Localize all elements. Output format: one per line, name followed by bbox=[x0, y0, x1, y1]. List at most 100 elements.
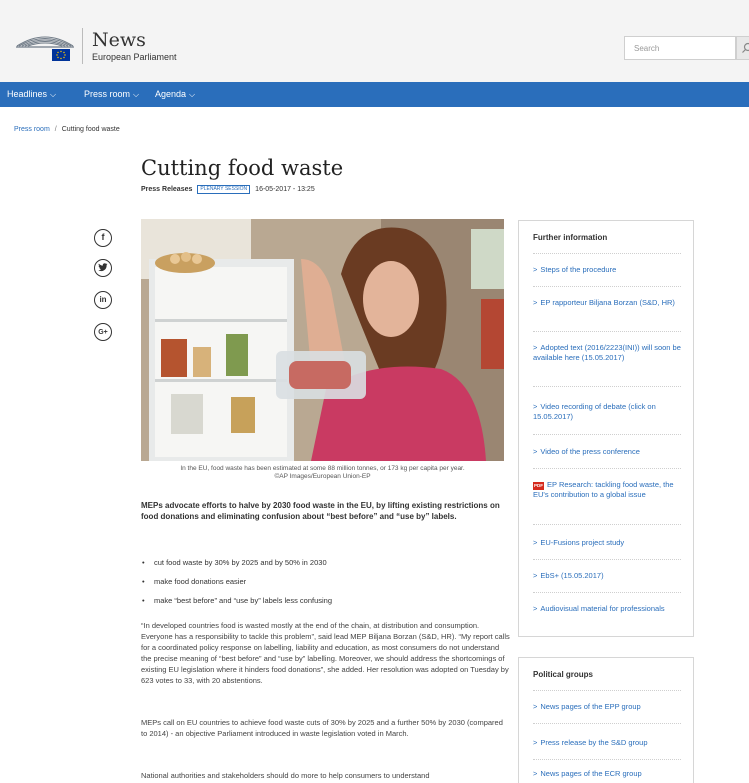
divider bbox=[533, 331, 681, 332]
nav-item-label: Headlines bbox=[7, 89, 48, 99]
link-ep-research[interactable]: PDF EP Research: tackling food waste, the… bbox=[533, 480, 685, 500]
link-rapporteur[interactable]: > EP rapporteur Biljana Borzan (S&D, HR) bbox=[533, 298, 685, 308]
site-subtitle: European Parliament bbox=[92, 52, 177, 62]
article-paragraph: National authorities and stakeholders sh… bbox=[141, 771, 430, 780]
link-label: News pages of the EPP group bbox=[540, 702, 641, 711]
list-item: cut food waste by 30% by 2025 and by 50%… bbox=[141, 558, 506, 568]
linkedin-icon: in bbox=[99, 295, 107, 304]
link-ebs[interactable]: > EbS+ (15.05.2017) bbox=[533, 571, 685, 581]
chevron-right-icon: > bbox=[533, 298, 538, 307]
chevron-down-icon: ⌵ bbox=[189, 90, 196, 99]
chevron-down-icon: ⌵ bbox=[50, 90, 57, 99]
search-icon bbox=[742, 42, 749, 53]
session-badge[interactable]: PLENARY SESSION bbox=[197, 185, 251, 194]
article-meta: Press Releases PLENARY SESSION 16-05-2017 … bbox=[141, 185, 315, 194]
link-label: News pages of the ECR group bbox=[540, 769, 642, 778]
chevron-right-icon: > bbox=[533, 769, 538, 778]
site-header: News European Parliament bbox=[0, 0, 749, 82]
link-label: Video recording of debate (click on 15.0… bbox=[533, 402, 656, 421]
linkedin-share-button[interactable]: in bbox=[94, 291, 112, 309]
chevron-right-icon: > bbox=[533, 265, 538, 274]
search-box bbox=[624, 36, 736, 60]
googleplus-share-button[interactable]: G+ bbox=[94, 323, 112, 341]
nav-item-agenda[interactable]: Agenda ⌵ bbox=[155, 82, 195, 107]
divider bbox=[533, 286, 681, 287]
breadcrumb-current: Cutting food waste bbox=[61, 126, 120, 133]
nav-item-headlines[interactable]: Headlines ⌵ bbox=[7, 82, 56, 107]
further-information-panel: Further information > Steps of the proced… bbox=[518, 220, 694, 637]
link-label: EP rapporteur Biljana Borzan (S&D, HR) bbox=[540, 298, 675, 307]
article-photo bbox=[141, 219, 504, 461]
link-label: EP Research: tackling food waste, the EU… bbox=[533, 480, 674, 499]
link-label: Audiovisual material for professionals bbox=[540, 604, 665, 613]
link-label: Press release by the S&D group bbox=[540, 738, 648, 747]
link-video-debate[interactable]: > Video recording of debate (click on 15.… bbox=[533, 402, 685, 422]
chevron-right-icon: > bbox=[533, 738, 538, 747]
search-input[interactable] bbox=[625, 37, 735, 59]
chevron-right-icon: > bbox=[533, 447, 538, 456]
link-eu-fusions[interactable]: > EU-Fusions project study bbox=[533, 538, 685, 548]
chevron-right-icon: > bbox=[533, 702, 538, 711]
googleplus-icon: G+ bbox=[98, 329, 108, 336]
link-label: Video of the press conference bbox=[540, 447, 640, 456]
political-groups-panel: Political groups > News pages of the EPP … bbox=[518, 657, 694, 783]
nav-item-label: Agenda bbox=[155, 89, 187, 99]
article-datetime: 16-05-2017 - 13:25 bbox=[255, 186, 315, 193]
divider bbox=[533, 434, 681, 435]
ep-logo[interactable] bbox=[14, 30, 76, 62]
link-steps-of-procedure[interactable]: > Steps of the procedure bbox=[533, 265, 685, 275]
link-adopted-text[interactable]: > Adopted text (2016/2223(INI)) will soon… bbox=[533, 343, 685, 363]
chevron-right-icon: > bbox=[533, 343, 538, 352]
chevron-down-icon: ⌵ bbox=[133, 90, 140, 99]
article-paragraph: MEPs call on EU countries to achieve foo… bbox=[141, 718, 503, 738]
list-item: make “best before” and “use by” labels l… bbox=[141, 596, 506, 606]
divider bbox=[533, 592, 681, 593]
divider bbox=[533, 690, 681, 691]
photo-caption: In the EU, food waste has been estimated… bbox=[141, 465, 504, 481]
article-type: Press Releases bbox=[141, 186, 193, 193]
caption-credit: ©AP Images/European Union-EP bbox=[274, 473, 371, 480]
panel-title: Further information bbox=[533, 233, 608, 242]
divider bbox=[533, 723, 681, 724]
photo-woman-fridge bbox=[141, 219, 504, 461]
panel-title: Political groups bbox=[533, 670, 594, 679]
twitter-share-button[interactable] bbox=[94, 259, 112, 277]
list-item: make food donations easier bbox=[141, 577, 506, 587]
chevron-right-icon: > bbox=[533, 604, 538, 613]
facebook-share-button[interactable]: f bbox=[94, 229, 112, 247]
link-ecr-group[interactable]: > News pages of the ECR group bbox=[533, 769, 685, 779]
site-title[interactable]: News bbox=[92, 30, 146, 50]
twitter-icon bbox=[98, 263, 108, 272]
divider bbox=[533, 468, 681, 469]
link-label: EU-Fusions project study bbox=[540, 538, 625, 547]
link-audiovisual[interactable]: > Audiovisual material for professionals bbox=[533, 604, 685, 614]
breadcrumb-separator: / bbox=[54, 126, 57, 133]
chevron-right-icon: > bbox=[533, 571, 538, 580]
page-title: Cutting food waste bbox=[141, 156, 344, 180]
chevron-right-icon: > bbox=[533, 538, 538, 547]
link-label: Steps of the procedure bbox=[540, 265, 617, 274]
article-lead: MEPs advocate efforts to halve by 2030 f… bbox=[141, 501, 500, 521]
link-epp-group[interactable]: > News pages of the EPP group bbox=[533, 702, 685, 712]
breadcrumb-link-press-room[interactable]: Press room bbox=[14, 126, 50, 133]
link-label: Adopted text (2016/2223(INI)) will soon … bbox=[533, 343, 681, 362]
nav-item-label: Press room bbox=[84, 89, 131, 99]
divider bbox=[533, 559, 681, 560]
article-paragraph: “In developed countries food is wasted m… bbox=[141, 621, 510, 685]
search-button[interactable] bbox=[736, 36, 749, 60]
divider bbox=[533, 386, 681, 387]
breadcrumb: Press room / Cutting food waste bbox=[14, 126, 120, 133]
key-points-list: cut food waste by 30% by 2025 and by 50%… bbox=[141, 558, 506, 615]
link-video-press-conference[interactable]: > Video of the press conference bbox=[533, 447, 685, 457]
chevron-right-icon: > bbox=[533, 402, 538, 411]
link-sd-group[interactable]: > Press release by the S&D group bbox=[533, 738, 685, 748]
nav-item-press-room[interactable]: Press room ⌵ bbox=[84, 82, 139, 107]
divider bbox=[533, 759, 681, 760]
divider bbox=[533, 524, 681, 525]
facebook-icon: f bbox=[101, 232, 105, 242]
divider bbox=[533, 253, 681, 254]
logo-divider bbox=[82, 28, 83, 64]
caption-text: In the EU, food waste has been estimated… bbox=[180, 465, 465, 472]
pdf-icon: PDF bbox=[533, 482, 544, 490]
main-nav: Headlines ⌵ Press room ⌵ Agenda ⌵ bbox=[0, 82, 749, 107]
